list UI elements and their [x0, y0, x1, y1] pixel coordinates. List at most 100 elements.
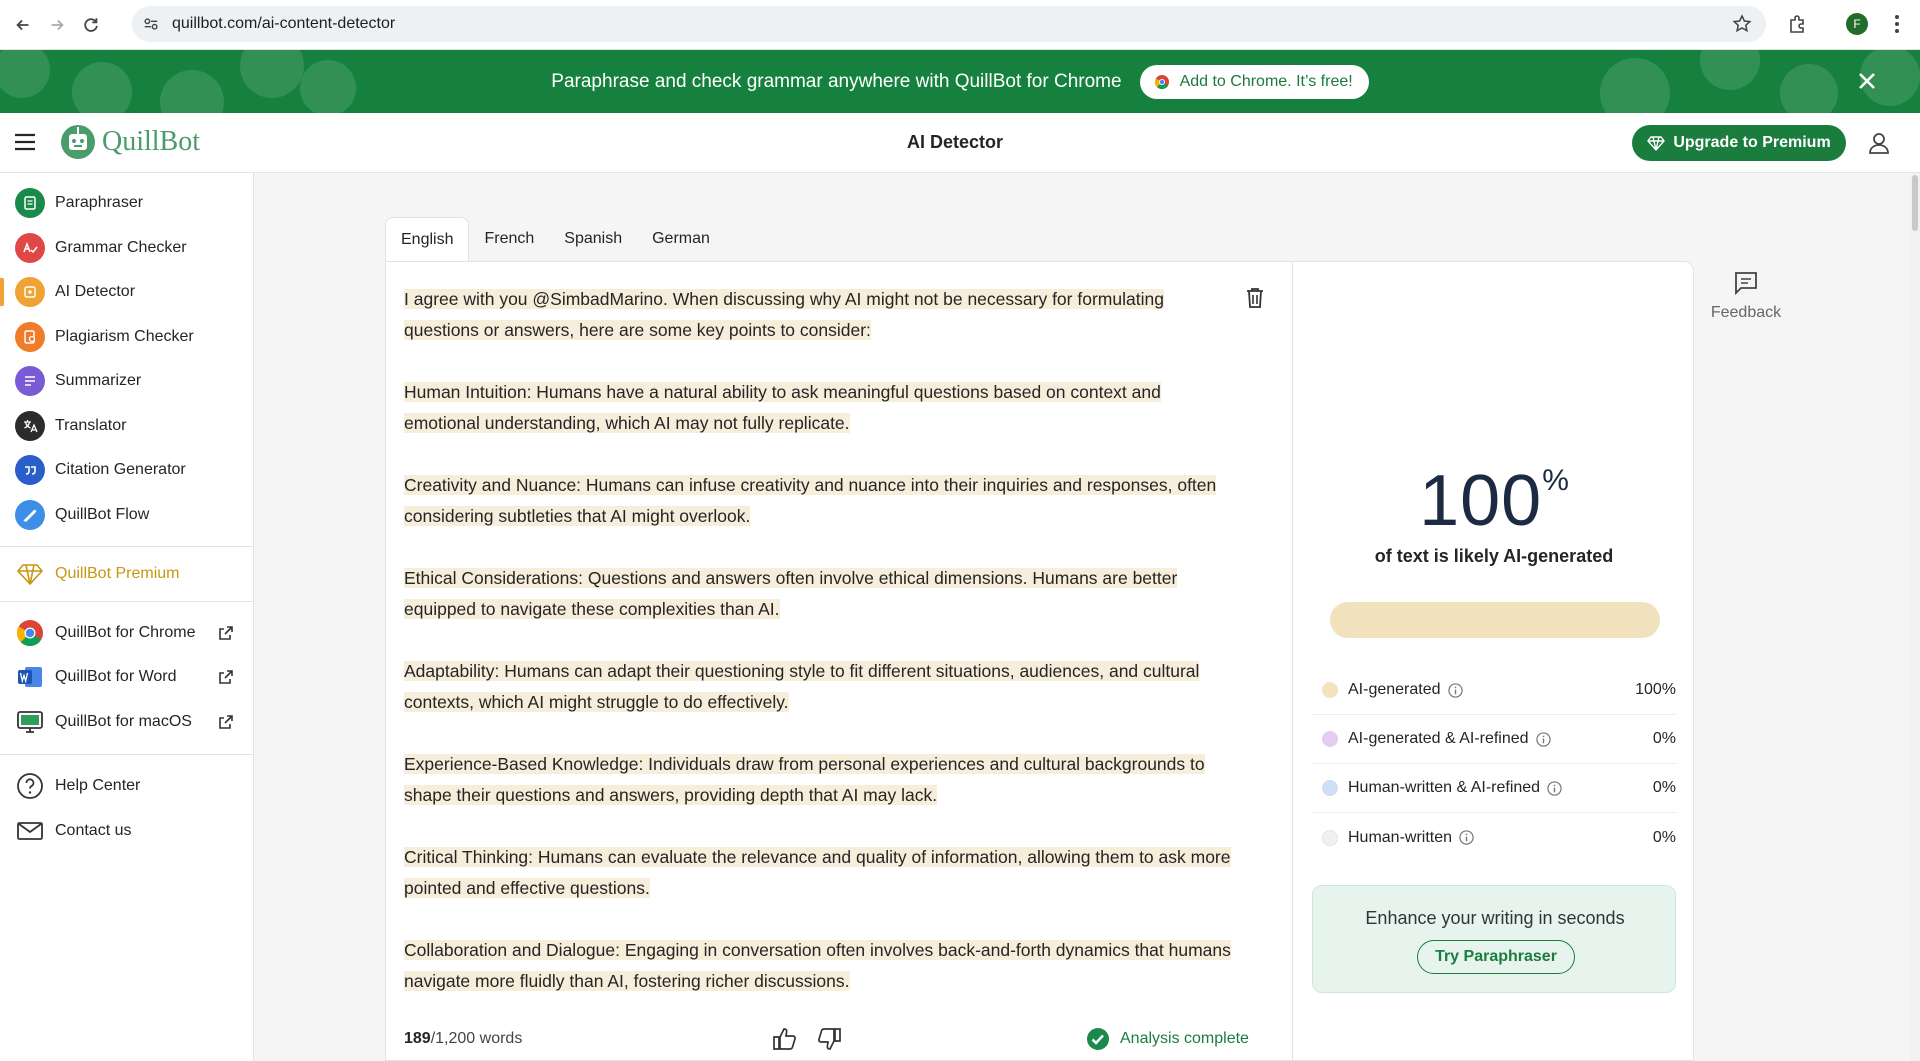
sidebar-item-quillbot-for-word[interactable]: QuillBot for Word [0, 657, 253, 697]
text-paragraph: Ethical Considerations: Questions and an… [404, 568, 1178, 619]
analysis-status-text: Analysis complete [1120, 1030, 1249, 1047]
extensions-puzzle-icon[interactable] [1787, 13, 1809, 35]
editor-footer: 189/1,200 words Analysis complete [386, 1016, 1293, 1061]
sidebar-divider [0, 601, 253, 602]
sidebar-divider [0, 754, 253, 755]
ai-refined-swatch [1322, 731, 1338, 747]
translator-icon [15, 411, 45, 441]
external-link-icon [219, 715, 233, 729]
sidebar-item-translator[interactable]: Translator [0, 406, 253, 446]
text-paragraph: Human Intuition: Humans have a natural a… [404, 382, 1161, 433]
text-paragraph: Experience-Based Knowledge: Individuals … [404, 754, 1205, 805]
profile-avatar[interactable]: F [1846, 13, 1868, 35]
legend-row-ai-generated: AI-generated 100% [1312, 666, 1676, 715]
info-icon[interactable] [1447, 682, 1463, 698]
sidebar-item-label: QuillBot Flow [55, 506, 150, 523]
tab-spanish[interactable]: Spanish [549, 217, 637, 261]
analysis-status: Analysis complete [1086, 1027, 1249, 1051]
site-settings-icon[interactable] [142, 15, 160, 33]
text-paragraph: Collaboration and Dialogue: Engaging in … [404, 940, 1231, 991]
legend-value: 100% [1635, 681, 1676, 698]
trash-icon[interactable] [1244, 286, 1266, 310]
page-title: AI Detector [906, 132, 1004, 152]
sidebar-item-grammar-checker[interactable]: Grammar Checker [0, 228, 253, 268]
sidebar-item-label: Citation Generator [55, 461, 186, 478]
forward-arrow-icon[interactable] [46, 14, 68, 36]
banner-text: Paraphrase and check grammar anywhere wi… [551, 70, 1122, 92]
language-tabs: English French Spanish German [385, 217, 725, 261]
sidebar-item-label: Paraphraser [55, 194, 144, 211]
browser-menu-icon[interactable] [1893, 13, 1901, 35]
upgrade-to-premium-button[interactable]: Upgrade to Premium [1632, 125, 1846, 161]
sidebar-item-label: Contact us [55, 822, 132, 839]
legend-label: AI-generated & AI-refined [1348, 730, 1529, 747]
diamond-icon [1647, 136, 1666, 152]
feedback-message-icon [1735, 272, 1757, 296]
tab-english[interactable]: English [385, 217, 470, 261]
paraphraser-promo-card: Enhance your writing in seconds Try Para… [1312, 885, 1676, 993]
external-link-icon [219, 626, 233, 640]
input-editor: I agree with you @SimbadMarino. When dis… [386, 262, 1293, 1061]
sidebar-item-label: Help Center [55, 777, 141, 794]
legend-row-ai-generated-ai-refined: AI-generated & AI-refined 0% [1312, 715, 1676, 764]
sidebar-divider [0, 546, 253, 547]
add-to-chrome-label: Add to Chrome. It’s free! [1179, 72, 1353, 90]
bookmark-star-icon[interactable] [1732, 14, 1752, 34]
sidebar-item-label: Plagiarism Checker [55, 328, 194, 345]
close-banner-icon[interactable] [1854, 68, 1880, 94]
text-paragraph: Critical Thinking: Humans can evaluate t… [404, 847, 1231, 898]
human-ai-refined-swatch [1322, 780, 1338, 796]
tab-french[interactable]: French [469, 217, 549, 261]
account-user-icon[interactable] [1866, 130, 1892, 156]
chrome-logo-icon [15, 618, 45, 648]
url-text[interactable]: quillbot.com/ai-content-detector [172, 15, 395, 33]
external-link-icon [219, 670, 233, 684]
sidebar-item-label: Summarizer [55, 372, 142, 389]
sidebar-item-paraphraser[interactable]: Paraphraser [0, 183, 253, 223]
sidebar-nav: Paraphraser Grammar Checker AI Detector … [0, 173, 254, 1061]
text-paragraph: Creativity and Nuance: Humans can infuse… [404, 475, 1217, 526]
sidebar-item-label: QuillBot Premium [55, 565, 180, 582]
mail-envelope-icon [15, 816, 45, 846]
sidebar-item-contact-us[interactable]: Contact us [0, 811, 253, 851]
legend-label: Human-written & AI-refined [1348, 779, 1541, 796]
sidebar-item-label: Grammar Checker [55, 239, 187, 256]
info-icon[interactable] [1535, 731, 1551, 747]
word-count: 189/1,200 words [404, 1030, 523, 1047]
sidebar-item-summarizer[interactable]: Summarizer [0, 361, 253, 401]
thumbs-up-icon[interactable] [772, 1026, 798, 1052]
address-bar[interactable]: quillbot.com/ai-content-detector [132, 6, 1766, 42]
check-circle-icon [1087, 1028, 1109, 1050]
legend-row-human-written: Human-written 0% [1312, 813, 1676, 862]
sidebar-item-quillbot-for-macos[interactable]: QuillBot for macOS [0, 702, 253, 742]
paraphraser-icon [15, 188, 45, 218]
scrollbar-thumb[interactable] [1912, 175, 1918, 231]
human-written-swatch [1322, 829, 1338, 846]
sidebar-item-label: QuillBot for macOS [55, 713, 192, 730]
thumbs-down-icon[interactable] [816, 1026, 842, 1052]
word-logo-icon [15, 662, 45, 692]
input-text-area[interactable]: I agree with you @SimbadMarino. When dis… [404, 284, 1234, 1010]
sidebar-item-quillbot-flow[interactable]: QuillBot Flow [0, 495, 253, 535]
sidebar-item-help-center[interactable]: Help Center [0, 766, 253, 806]
info-icon[interactable] [1459, 830, 1474, 845]
info-icon[interactable] [1547, 780, 1562, 796]
help-question-icon [15, 771, 45, 801]
upgrade-label: Upgrade to Premium [1673, 134, 1831, 151]
back-arrow-icon[interactable] [12, 14, 34, 36]
sidebar-item-quillbot-premium[interactable]: QuillBot Premium [0, 554, 253, 594]
sidebar-item-plagiarism-checker[interactable]: Plagiarism Checker [0, 317, 253, 357]
add-to-chrome-button[interactable]: Add to Chrome. It’s free! [1139, 64, 1369, 99]
feedback-button[interactable]: Feedback [1706, 270, 1786, 322]
sidebar-item-citation-generator[interactable]: Citation Generator [0, 450, 253, 490]
legend-layer: AI-generated 100% AI-generated & AI-refi… [1294, 261, 1694, 1061]
promo-card-text: Enhance your writing in seconds [1365, 908, 1625, 928]
reload-icon[interactable] [80, 14, 102, 36]
page-scrollbar[interactable] [1910, 173, 1920, 1061]
try-paraphraser-button[interactable]: Try Paraphraser [1417, 940, 1575, 974]
sidebar-item-label: Translator [55, 417, 127, 434]
sidebar-item-ai-detector[interactable]: AI Detector [0, 272, 253, 312]
tab-german[interactable]: German [637, 217, 725, 261]
sidebar-item-quillbot-for-chrome[interactable]: QuillBot for Chrome [0, 613, 253, 653]
browser-toolbar: quillbot.com/ai-content-detector F [0, 0, 1920, 50]
